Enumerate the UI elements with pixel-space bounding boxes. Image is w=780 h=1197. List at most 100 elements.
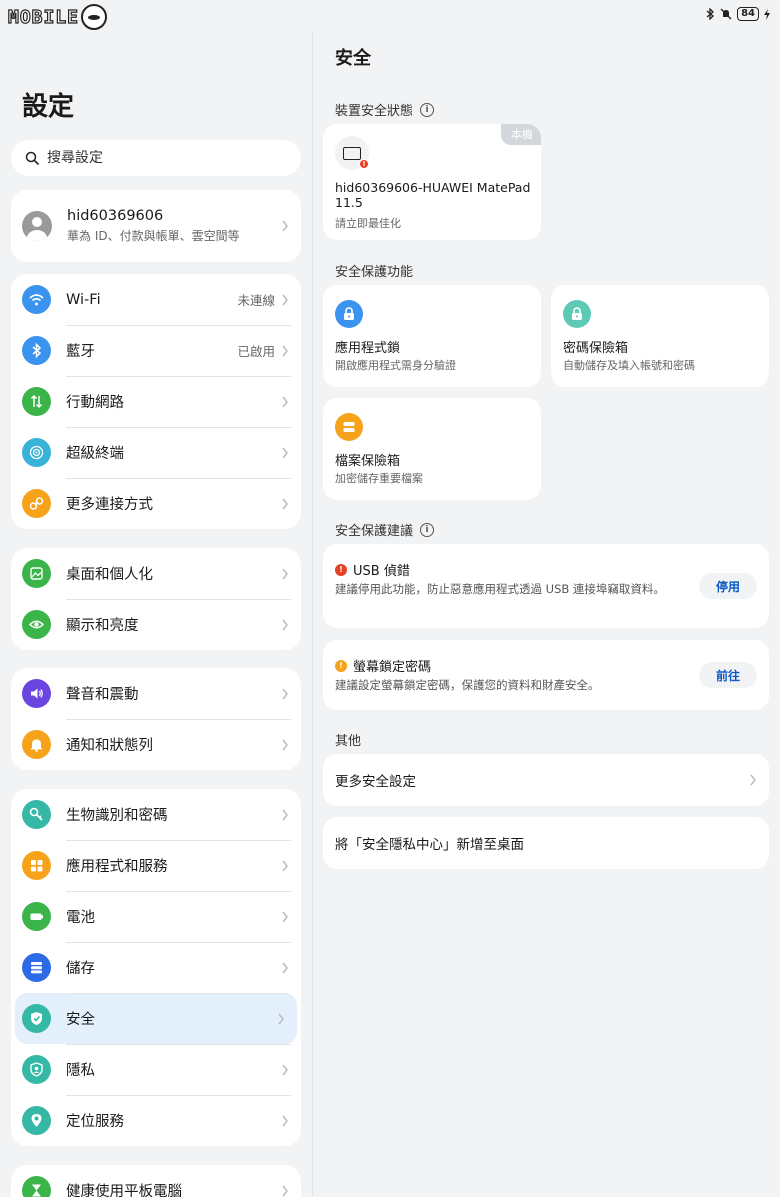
sidebar-item-label: 行動網路 <box>66 395 124 411</box>
sidebar-item-hourglass[interactable]: 健康使用平板電腦 <box>11 1165 301 1197</box>
security-title: 安全 <box>335 48 371 69</box>
device-name: hid60369606-HUAWEI MatePad 11.5 <box>335 180 531 210</box>
device-status-section-label: 裝置安全狀態 i <box>335 100 435 119</box>
chevron-right-icon <box>282 345 288 356</box>
sidebar-item-privacy[interactable]: 隱私 <box>11 1044 301 1095</box>
sidebar-item-shield-check[interactable]: 安全 <box>15 993 297 1044</box>
screen-lock-suggestion: ! 螢幕鎖定密碼 建議設定螢幕鎖定密碼，保護您的資料和財產安全。 前往 <box>323 640 769 710</box>
sidebar-item-value: 已啟用 <box>237 344 275 359</box>
health-group: 健康使用平板電腦 <box>11 1165 301 1197</box>
sidebar-item-label: 隱私 <box>66 1063 95 1079</box>
sidebar-item-apps[interactable]: 應用程式和服務 <box>11 840 301 891</box>
chevron-right-icon <box>282 447 288 458</box>
chevron-right-icon <box>282 962 288 973</box>
sidebar-item-label: 更多連接方式 <box>66 497 153 513</box>
chevron-right-icon <box>282 809 288 820</box>
sidebar-item-label: 顯示和亮度 <box>66 618 139 634</box>
speaker-icon <box>22 679 51 708</box>
sidebar-item-label: Wi-Fi <box>66 291 101 308</box>
sidebar-item-speaker[interactable]: 聲音和震動 <box>11 668 301 719</box>
sidebar-item-super-device[interactable]: 超級終端 <box>11 427 301 478</box>
avatar <box>22 211 52 241</box>
sidebar-item-wifi[interactable]: Wi-Fi 未連線 <box>11 274 301 325</box>
password-vault-card[interactable]: 密碼保險箱 自動儲存及填入帳號和密碼 <box>551 285 769 387</box>
settings-sidebar: 設定 hid60369606 華為 ID、付款與帳單、雲空間等 Wi-Fi 未連線… <box>0 32 312 1197</box>
suggestions-section-label: 安全保護建議 i <box>335 520 435 539</box>
chevron-right-icon <box>282 220 288 232</box>
file-vault-card[interactable]: 檔案保險箱 加密儲存重要檔案 <box>323 398 541 500</box>
shield-check-icon <box>22 1004 51 1033</box>
bell-icon <box>22 730 51 759</box>
wallpaper-icon <box>22 559 51 588</box>
key-icon <box>22 800 51 829</box>
sidebar-item-label: 桌面和個人化 <box>66 567 153 583</box>
mute-status-icon <box>720 8 732 20</box>
sidebar-item-label: 健康使用平板電腦 <box>66 1184 182 1197</box>
app-lock-card[interactable]: 應用程式鎖 開啟應用程式需身分驗證 <box>323 285 541 387</box>
go-screen-lock-button[interactable]: 前往 <box>699 662 757 688</box>
chevron-right-icon <box>282 688 288 699</box>
chevron-right-icon <box>278 1013 284 1024</box>
account-name: hid60369606 <box>67 208 164 224</box>
sidebar-item-label: 通知和狀態列 <box>66 738 153 754</box>
chevron-right-icon <box>282 1185 288 1196</box>
sidebar-item-storage[interactable]: 儲存 <box>11 942 301 993</box>
chevron-right-icon <box>282 911 288 922</box>
password-lock-icon <box>563 300 591 328</box>
sidebar-item-wallpaper[interactable]: 桌面和個人化 <box>11 548 301 599</box>
tablet-icon: ! <box>335 136 369 170</box>
storage-icon <box>22 953 51 982</box>
mobile-data-icon <box>22 387 51 416</box>
search-input[interactable] <box>47 150 277 166</box>
info-icon[interactable]: i <box>420 522 435 537</box>
watermark-logo: MOBILE <box>7 4 108 30</box>
sidebar-item-label: 電池 <box>66 910 95 926</box>
chevron-right-icon <box>282 498 288 509</box>
connectivity-group: Wi-Fi 未連線藍牙 已啟用行動網路超級終端更多連接方式 <box>11 274 301 529</box>
hourglass-icon <box>22 1176 51 1197</box>
more-security-settings-row[interactable]: 更多安全設定 <box>323 754 769 806</box>
chevron-right-icon <box>282 396 288 407</box>
info-icon[interactable]: i <box>420 102 435 117</box>
sidebar-item-label: 定位服務 <box>66 1114 124 1130</box>
sidebar-item-key[interactable]: 生物識別和密碼 <box>11 789 301 840</box>
protection-section-label: 安全保護功能 <box>335 265 414 280</box>
sidebar-item-label: 生物識別和密碼 <box>66 808 168 824</box>
sidebar-item-bell[interactable]: 通知和狀態列 <box>11 719 301 770</box>
sidebar-item-mobile-data[interactable]: 行動網路 <box>11 376 301 427</box>
alert-icon: ! <box>359 159 369 169</box>
chevron-right-icon <box>282 568 288 579</box>
usb-debug-suggestion: ! USB 偵錯 建議停用此功能，防止惡意應用程式透過 USB 連接埠竊取資料。… <box>323 544 769 628</box>
add-to-desktop-row[interactable]: 將「安全隱私中心」新增至桌面 <box>323 817 769 869</box>
charging-icon <box>764 8 770 20</box>
bluetooth-icon <box>22 336 51 365</box>
sidebar-item-battery[interactable]: 電池 <box>11 891 301 942</box>
device-status-text: 請立即最佳化 <box>335 217 401 230</box>
sidebar-item-link[interactable]: 更多連接方式 <box>11 478 301 529</box>
account-card[interactable]: hid60369606 華為 ID、付款與帳單、雲空間等 <box>11 190 301 262</box>
chevron-right-icon <box>282 1115 288 1126</box>
search-icon <box>25 151 39 165</box>
disable-usb-debug-button[interactable]: 停用 <box>699 573 757 599</box>
chevron-right-icon <box>282 739 288 750</box>
search-bar[interactable] <box>11 140 301 176</box>
sidebar-item-label: 應用程式和服務 <box>66 859 168 875</box>
other-section-label: 其他 <box>335 734 362 749</box>
warning-icon: ! <box>335 659 347 672</box>
super-device-icon <box>22 438 51 467</box>
chevron-right-icon <box>282 619 288 630</box>
sidebar-item-label: 安全 <box>66 1012 95 1028</box>
device-status-card[interactable]: 本機 ! hid60369606-HUAWEI MatePad 11.5 請立即… <box>323 124 541 240</box>
privacy-icon <box>22 1055 51 1084</box>
sidebar-item-eye[interactable]: 顯示和亮度 <box>11 599 301 650</box>
status-bar: MOBILE 84 <box>0 0 780 32</box>
sidebar-item-label: 超級終端 <box>66 446 124 462</box>
local-device-badge: 本機 <box>501 124 541 145</box>
sidebar-item-value: 未連線 <box>237 293 275 308</box>
sidebar-item-label: 聲音和震動 <box>66 687 139 703</box>
bluetooth-status-icon <box>706 8 715 20</box>
sidebar-item-location[interactable]: 定位服務 <box>11 1095 301 1146</box>
page-title: 設定 <box>22 92 75 122</box>
sidebar-item-bluetooth[interactable]: 藍牙 已啟用 <box>11 325 301 376</box>
link-icon <box>22 489 51 518</box>
